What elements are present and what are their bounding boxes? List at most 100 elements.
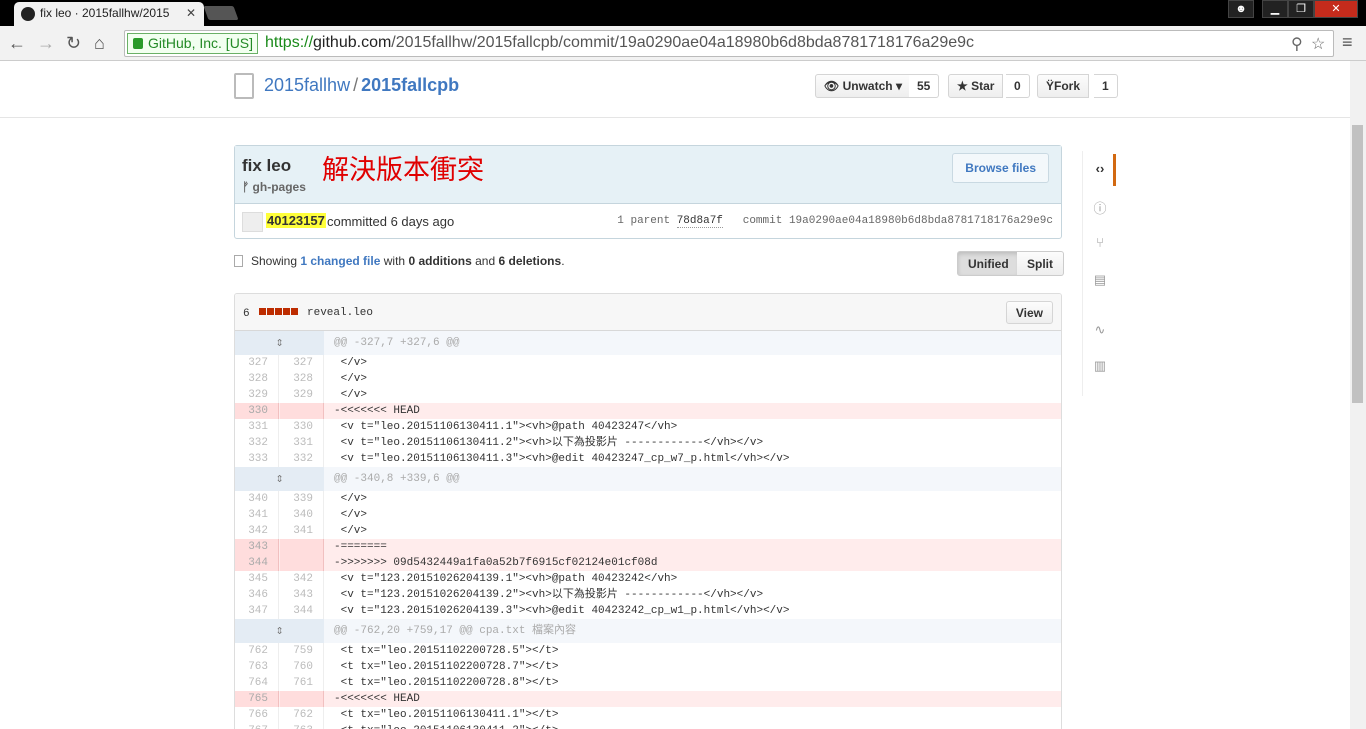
new-line-number[interactable]: 340 [280,507,324,523]
code-text: </v> [334,357,368,369]
pulse-icon[interactable]: ∿ [1091,322,1109,338]
back-icon[interactable]: ← [8,32,26,54]
new-line-number[interactable]: 760 [280,659,324,675]
old-line-number[interactable]: 343 [235,539,279,555]
unwatch-button[interactable]: 👁 Unwatch ▾ [815,74,911,98]
old-line-number[interactable]: 763 [235,659,279,675]
code-text: <v t="leo.20151106130411.3"><vh>@edit 40… [334,453,790,465]
new-line-number[interactable]: 762 [280,707,324,723]
new-line-number[interactable] [280,691,324,707]
new-line-number[interactable]: 343 [280,587,324,603]
star-button[interactable]: ★ Star [948,74,1004,98]
old-line-number[interactable]: 340 [235,491,279,507]
browser-menu-icon[interactable]: ≡ [1342,32,1353,53]
old-line-number[interactable]: 764 [235,675,279,691]
old-line-number[interactable]: 347 [235,603,279,619]
new-line-number[interactable]: 329 [280,387,324,403]
code-text: </v> [334,373,368,385]
parent-sha-link[interactable]: 78d8a7f [676,215,723,228]
tab-close-icon[interactable]: ✕ [186,6,196,20]
address-bar[interactable]: GitHub, Inc. [US] https://github.com/201… [124,30,1334,57]
old-line-number[interactable]: 344 [235,555,279,571]
scrollbar-thumb[interactable] [1352,125,1363,403]
changed-files-link[interactable]: 1 changed file [300,254,380,268]
repo-name-link[interactable]: 2015fallcpb [361,75,459,95]
bookmark-star-icon[interactable]: ☆ [1311,34,1325,54]
new-line-number[interactable] [280,403,324,419]
url-text[interactable]: https://github.com/2015fallhw/2015fallcp… [265,34,974,52]
old-line-number[interactable]: 345 [235,571,279,587]
old-line-number[interactable]: 341 [235,507,279,523]
new-line-number[interactable]: 344 [280,603,324,619]
old-line-number[interactable]: 329 [235,387,279,403]
forward-icon[interactable]: → [37,32,55,54]
new-line-number[interactable]: 330 [280,419,324,435]
maximize-icon[interactable]: ❐ [1288,0,1314,18]
file-change-count: 6 [243,308,250,320]
commit-branch[interactable]: ᚠ gh-pages [242,180,306,194]
old-line-number[interactable]: 333 [235,451,279,467]
new-line-number[interactable]: 763 [280,723,324,729]
old-line-number[interactable]: 332 [235,435,279,451]
old-line-number[interactable]: 342 [235,523,279,539]
star-icon: ★ [957,79,968,93]
fork-count[interactable]: 1 [1094,74,1118,98]
code-text: <v t="123.20151026204139.1"><vh>@path 40… [334,573,678,585]
diff-line-deleted: 344 ->>>>>>> 09d5432449a1fa0a52b7f6915cf0… [235,555,1061,571]
commit-box: fix leo 解決版本衝突 ᚠ gh-pages Browse files 4… [234,145,1062,239]
minimize-icon[interactable]: ▁ [1262,0,1288,18]
split-button[interactable]: Split [1017,251,1064,276]
hunk-header: ⇕ @@ -327,7 +327,6 @@ [235,331,1061,355]
window-close-icon[interactable]: ✕ [1314,0,1358,18]
unfold-icon[interactable]: ⇕ [235,467,324,491]
fork-button[interactable]: ŸFork [1037,74,1090,98]
new-line-number[interactable]: 761 [280,675,324,691]
wiki-icon[interactable]: ▤ [1091,272,1109,288]
deletion-bar [259,308,266,315]
commit-sha: 19a0290ae04a18980b6d8bda8781718176a29e9c [788,215,1053,227]
new-line-number[interactable]: 328 [280,371,324,387]
user-profile-icon[interactable]: ☻ [1228,0,1254,18]
file-name[interactable]: reveal.leo [307,307,373,319]
star-count[interactable]: 0 [1006,74,1030,98]
browser-tab[interactable]: fix leo · 2015fallhw/2015 ✕ [14,2,204,26]
commit-author[interactable]: 40123157 [266,213,326,228]
old-line-number[interactable]: 328 [235,371,279,387]
old-line-number[interactable]: 762 [235,643,279,659]
new-line-number[interactable]: 341 [280,523,324,539]
view-file-button[interactable]: View [1005,301,1053,324]
pull-request-icon[interactable]: ⑂ [1091,235,1109,250]
new-line-number[interactable]: 759 [280,643,324,659]
new-tab-button[interactable] [203,6,239,20]
unified-button[interactable]: Unified [957,251,1020,276]
old-line-number[interactable]: 327 [235,355,279,371]
new-line-number[interactable]: 331 [280,435,324,451]
eye-icon: 👁 [824,79,840,93]
ev-certificate-badge[interactable]: GitHub, Inc. [US] [127,33,259,54]
new-line-number[interactable]: 332 [280,451,324,467]
new-line-number[interactable] [280,555,324,571]
old-line-number[interactable]: 331 [235,419,279,435]
old-line-number[interactable]: 346 [235,587,279,603]
new-line-number[interactable]: 339 [280,491,324,507]
reload-icon[interactable]: ↻ [66,32,81,54]
unfold-icon[interactable]: ⇕ [235,331,324,355]
new-line-number[interactable]: 342 [280,571,324,587]
search-icon[interactable]: ⚲ [1291,34,1303,54]
issues-icon[interactable]: ⓘ [1091,198,1109,217]
old-line-number[interactable]: 766 [235,707,279,723]
browse-files-button[interactable]: Browse files [952,153,1049,183]
code-icon[interactable]: ‹› [1091,161,1109,176]
new-line-number[interactable]: 327 [280,355,324,371]
repo-owner-link[interactable]: 2015fallhw [264,75,350,95]
code-text: </v> [334,389,368,401]
avatar[interactable] [242,212,263,232]
old-line-number[interactable]: 765 [235,691,279,707]
old-line-number[interactable]: 767 [235,723,279,729]
graphs-icon[interactable]: ▥ [1091,358,1109,374]
old-line-number[interactable]: 330 [235,403,279,419]
new-line-number[interactable] [280,539,324,555]
unfold-icon[interactable]: ⇕ [235,619,324,643]
watch-count[interactable]: 55 [909,74,940,98]
home-icon[interactable]: ⌂ [94,32,105,54]
